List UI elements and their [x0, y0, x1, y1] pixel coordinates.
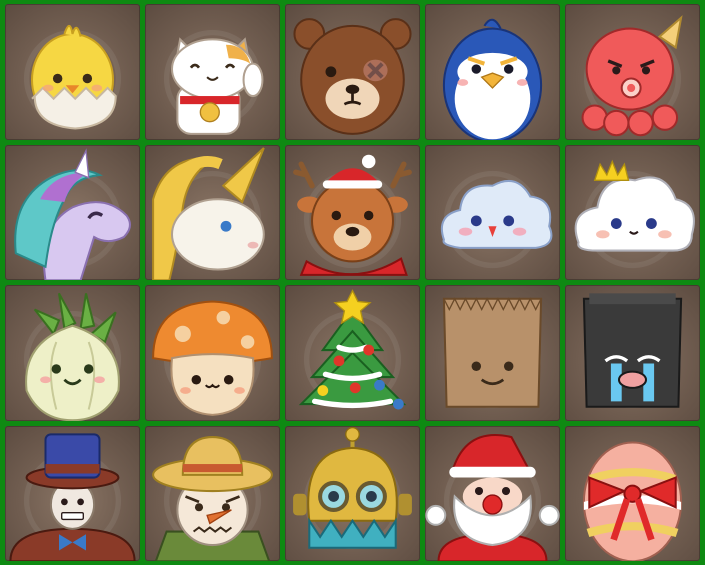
- pony-icon: [14, 147, 131, 280]
- game-board: [0, 0, 705, 565]
- tile-lucky-cat[interactable]: [145, 4, 280, 140]
- top-hat-icon: [9, 432, 136, 561]
- tile-paper-bag[interactable]: [425, 285, 560, 421]
- tile-onion[interactable]: [5, 285, 140, 421]
- scarecrow-icon: [152, 435, 273, 561]
- tile-penguin[interactable]: [425, 4, 560, 140]
- tile-scarecrow[interactable]: [145, 425, 280, 561]
- cloud-icon: [440, 170, 553, 268]
- tile-octopus[interactable]: [565, 4, 700, 140]
- tile-chick[interactable]: [5, 4, 140, 140]
- tile-crowned-cloud[interactable]: [565, 144, 700, 280]
- onion-icon: [23, 292, 122, 421]
- bear-icon: [293, 18, 412, 135]
- mushroom-icon: [152, 300, 273, 416]
- tile-santa[interactable]: [425, 425, 560, 561]
- tile-robot[interactable]: [285, 425, 420, 561]
- christmas-tree-icon: [298, 289, 407, 410]
- reindeer-icon: [293, 154, 412, 276]
- tile-reindeer[interactable]: [285, 144, 420, 280]
- santa-icon: [425, 433, 560, 561]
- crying-bag-icon: [582, 293, 683, 409]
- paper-bag-icon: [442, 297, 543, 409]
- crown-cloud-icon: [574, 159, 695, 268]
- tile-crying-bag[interactable]: [565, 285, 700, 421]
- tile-easter-egg[interactable]: [565, 425, 700, 561]
- tile-pastel-pony[interactable]: [5, 144, 140, 280]
- tile-christmas-tree[interactable]: [285, 285, 420, 421]
- lucky-cat-icon: [163, 29, 264, 135]
- octopus-icon: [581, 15, 683, 137]
- unicorn-icon: [152, 146, 265, 280]
- penguin-icon: [442, 18, 543, 140]
- chick-icon: [23, 24, 122, 130]
- tile-bear[interactable]: [285, 4, 420, 140]
- tile-golden-unicorn[interactable]: [145, 144, 280, 280]
- tile-mushroom[interactable]: [145, 285, 280, 421]
- tile-top-hat[interactable]: [5, 425, 140, 561]
- tile-cloud-bird[interactable]: [425, 144, 560, 280]
- robot-icon: [293, 426, 412, 549]
- easter-egg-icon: [582, 440, 683, 561]
